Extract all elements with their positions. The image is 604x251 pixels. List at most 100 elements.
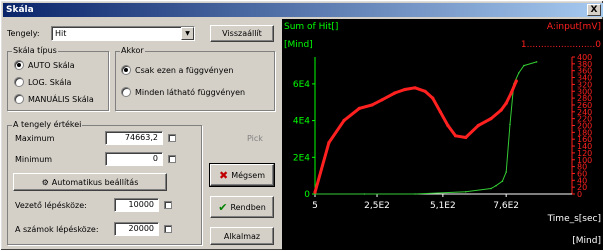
cancel-button[interactable]: ✖ Mégsem — [209, 163, 275, 187]
series-2-point — [438, 110, 442, 114]
pick-label[interactable]: Pick — [247, 134, 263, 144]
left-axis-title: Sum of Hit[] — [284, 22, 338, 32]
series-2-point — [499, 108, 503, 112]
radio-log-indicator[interactable] — [14, 77, 24, 87]
radio-auto-label: AUTO Skála — [28, 60, 75, 70]
reset-button[interactable]: Visszaállít — [210, 25, 274, 42]
radio-this-label: Csak ezen a függvényen — [135, 65, 234, 75]
x-tick-label: 5 — [312, 201, 318, 211]
title-bar[interactable]: Skála X — [3, 3, 603, 17]
ok-button[interactable]: ✔ Rendben — [210, 196, 274, 218]
right-axis-title: A:input[mV] — [547, 22, 601, 32]
radio-auto-indicator[interactable] — [14, 60, 24, 70]
series-2-point — [327, 141, 331, 145]
series-1-point — [505, 171, 507, 173]
close-button[interactable]: X — [587, 4, 601, 16]
radio-log-label: LOG. Skála — [28, 77, 72, 87]
left-tick-label: 2E4 — [293, 153, 310, 163]
radio-all-functions[interactable]: Minden látható függvényen — [121, 87, 245, 97]
apply-group-title: Akkor — [120, 46, 145, 56]
radio-manual-indicator[interactable] — [14, 94, 24, 104]
series-1-point — [464, 191, 467, 193]
chart-area[interactable]: Sum of Hit[] [Mind] A:input[mV] 1..........… — [282, 19, 603, 250]
cancel-label: Mégsem — [231, 170, 265, 180]
series-1-point — [501, 180, 504, 182]
series-2-point — [393, 91, 397, 95]
series-1-point — [509, 123, 511, 126]
window-title: Skála — [6, 5, 34, 15]
series-1-point — [495, 184, 497, 187]
series-2-point — [431, 96, 435, 100]
minor-step-input[interactable]: 20000 — [114, 222, 159, 236]
ok-label: Rendben — [230, 202, 266, 212]
radio-all-indicator[interactable] — [121, 87, 131, 97]
maximum-label: Maximum — [15, 134, 55, 143]
x-tick-label: 5,1E2 — [430, 201, 456, 211]
radio-manual-scale[interactable]: MANUÁLIS Skála — [14, 94, 94, 104]
series-1-point — [490, 187, 492, 190]
radio-manual-label: MANUÁLIS Skála — [28, 94, 94, 104]
cross-icon: ✖ — [218, 168, 229, 182]
series-1-point — [535, 61, 538, 63]
auto-settings-label: Automatikus beállítás — [51, 177, 139, 187]
right-tick-label: 0 — [577, 190, 582, 199]
maximum-input[interactable]: 74663,2 — [105, 131, 163, 145]
series-line-2 — [313, 80, 518, 193]
series-2-point — [403, 87, 407, 92]
left-tick-label: 6E4 — [293, 80, 310, 90]
series-2-point — [453, 134, 458, 138]
scale-dialog: Skála X Tengely: Hit ▼ Visszaállít Skála… — [0, 0, 604, 251]
x-tick-label: 2,5E2 — [364, 201, 390, 211]
series-2-point — [464, 135, 468, 140]
axis-select[interactable]: Hit ▼ — [51, 26, 195, 41]
series-2-point — [357, 106, 361, 110]
axis-values-title: A tengely értékei — [12, 120, 83, 130]
auto-settings-button[interactable]: ⚙ Automatikus beállítás — [13, 173, 167, 191]
minor-step-checkbox[interactable] — [164, 225, 172, 233]
minimum-checkbox[interactable] — [168, 155, 176, 163]
series-2-point — [476, 123, 480, 128]
minimum-label: Minimum — [15, 155, 53, 164]
series-2-point — [342, 118, 346, 122]
x-axis-title: Time_s[sec] — [547, 214, 601, 224]
apply-button[interactable]: Alkalmaz — [210, 227, 274, 245]
major-step-input[interactable]: 10000 — [114, 198, 159, 212]
apply-group: Akkor Csak ezen a függvényen Minden láth… — [115, 46, 275, 111]
tool-icon: ⚙ — [41, 177, 49, 187]
radio-auto-scale[interactable]: AUTO Skála — [14, 60, 75, 70]
axis-select-label: Tengely: — [7, 29, 40, 38]
left-axis-unit: [Mind] — [284, 40, 313, 50]
series-1-point — [518, 72, 520, 74]
series-2-point — [489, 117, 493, 121]
minor-step-label: A számok lépésköze: — [15, 225, 99, 234]
radio-this-indicator[interactable] — [121, 65, 131, 75]
series-2-point — [413, 86, 417, 90]
radio-all-label: Minden látható függvényen — [135, 87, 246, 97]
axis-select-value: Hit — [55, 29, 67, 38]
series-1-point — [363, 193, 366, 195]
series-2-point — [509, 91, 513, 95]
series-2-point — [313, 190, 317, 194]
series-line-1 — [315, 61, 537, 195]
series-2-point — [446, 123, 450, 128]
series-1-point — [523, 64, 525, 67]
scale-type-group: Skála típus AUTO Skála LOG. Skála MANUÁL… — [7, 46, 109, 111]
maximum-checkbox[interactable] — [168, 134, 176, 142]
scale-type-title: Skála típus — [12, 46, 58, 56]
series-2-point — [370, 103, 374, 107]
series-1-point — [414, 193, 416, 195]
x-axis-unit: [Mind] — [572, 236, 601, 246]
series-2-point — [504, 101, 508, 105]
right-axis-unit: 1........................0 — [521, 40, 601, 50]
left-tick-label: 0 — [304, 190, 310, 200]
radio-log-scale[interactable]: LOG. Skála — [14, 77, 71, 87]
series-2-point — [423, 89, 427, 93]
chevron-down-icon[interactable]: ▼ — [181, 27, 194, 40]
major-step-label: Vezető lépésköze: — [15, 201, 87, 210]
series-2-point — [380, 98, 384, 102]
left-tick-label: 4E4 — [293, 117, 310, 127]
minimum-input[interactable]: 0 — [105, 152, 163, 166]
radio-this-function[interactable]: Csak ezen a függvényen — [121, 65, 233, 75]
major-step-checkbox[interactable] — [164, 201, 172, 209]
x-tick-label: 7,6E2 — [493, 201, 519, 211]
